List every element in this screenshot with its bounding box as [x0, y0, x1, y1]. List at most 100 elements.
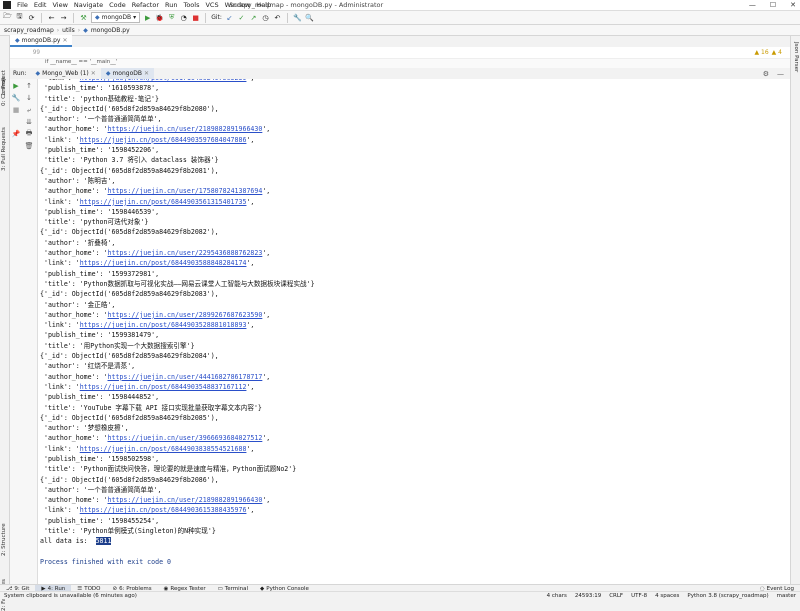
- console-link[interactable]: https://juejin.cn/user/2189882891966430: [108, 125, 263, 133]
- git-rollback-icon[interactable]: ↶: [273, 13, 282, 22]
- run-tab-mongodb[interactable]: ◆ mongoDB ✕: [100, 68, 155, 79]
- wrench-icon[interactable]: 🔧: [12, 94, 21, 102]
- main-toolbar: 🗁 🖫 ⟳ ← → ⚒ ◆ mongoDB ▾ ▶ 🐞 ⛨ ◔ ■ Git: ↙…: [0, 11, 800, 25]
- close-tab-icon[interactable]: ✕: [62, 37, 67, 44]
- menu-item-vcs[interactable]: VCS: [205, 1, 218, 9]
- minimize-icon[interactable]: —: [749, 1, 756, 9]
- scroll-down-icon[interactable]: ↓: [25, 94, 33, 102]
- menu-item-tools[interactable]: Tools: [183, 1, 199, 9]
- forward-icon[interactable]: →: [59, 13, 68, 22]
- console-text: ',: [262, 310, 271, 319]
- debug-icon[interactable]: 🐞: [155, 13, 164, 22]
- console-text: ',: [262, 496, 271, 505]
- console-line: 'title': '用Python实现一个大数据搜索引擎'}: [40, 341, 195, 350]
- run-console[interactable]: 'link': ' https://juejin.cn/post/69171648…: [38, 79, 790, 585]
- status-item-0[interactable]: 4 chars: [547, 593, 567, 599]
- pin-icon[interactable]: 📌: [12, 130, 21, 138]
- rerun-icon[interactable]: ▶: [12, 82, 20, 90]
- console-line: 'link': 'https://juejin.cn/post/68449035…: [40, 320, 315, 330]
- left-tool-4[interactable]: 2: Structure: [1, 523, 7, 556]
- menu-item-code[interactable]: Code: [109, 1, 126, 9]
- console-line: 'title': 'python可迭代对象'}: [40, 218, 149, 227]
- back-icon[interactable]: ←: [47, 13, 56, 22]
- status-item-2[interactable]: CRLF: [609, 593, 623, 599]
- open-folder-icon[interactable]: 🗁: [3, 12, 12, 22]
- status-item-1[interactable]: 24593:19: [575, 593, 601, 599]
- git-push-icon[interactable]: ↗: [249, 13, 258, 22]
- console-line: 'title': 'Python 3.7 将引入 dataclass 装饰器'}: [40, 156, 219, 165]
- console-link[interactable]: https://juejin.cn/post/68449038385545216…: [80, 445, 247, 453]
- right-tool-strip: Json Parser: [790, 36, 800, 585]
- breadcrumb-project[interactable]: scrapy_roadmap: [4, 27, 54, 34]
- menu-item-run[interactable]: Run: [165, 1, 177, 9]
- status-item-6[interactable]: master: [777, 593, 796, 599]
- console-link[interactable]: https://juejin.cn/user/2295436888762823: [108, 249, 263, 257]
- exit-message: Process finished with exit code 0: [40, 557, 172, 566]
- code-context-breadcrumb[interactable]: if __name__ == '__main__': [10, 58, 790, 68]
- run-icon[interactable]: ▶: [143, 13, 152, 22]
- coverage-icon[interactable]: ⛨: [167, 13, 176, 22]
- stop-icon[interactable]: ■: [12, 106, 20, 114]
- console-link[interactable]: https://juejin.cn/user/2189882891966430: [108, 496, 263, 504]
- total-value[interactable]: 5811: [95, 537, 112, 546]
- breadcrumb-folder[interactable]: utils: [62, 27, 75, 34]
- menu-item-refactor[interactable]: Refactor: [132, 1, 159, 9]
- breadcrumb-file[interactable]: mongoDB.py: [91, 27, 130, 34]
- console-link[interactable]: https://juejin.cn/post/68449035976840478…: [80, 136, 247, 144]
- run-tab-mongo-web[interactable]: ◆ Mongo_Web (1) ✕: [31, 68, 101, 79]
- build-icon[interactable]: ⚒: [79, 13, 88, 22]
- console-link[interactable]: https://juejin.cn/post/68449035613154017…: [80, 198, 247, 206]
- git-history-icon[interactable]: ◷: [261, 13, 270, 22]
- console-line: 'title': 'Python单例模式(Singleton)的N种实现'}: [40, 527, 216, 536]
- run-tab-label: mongoDB: [112, 70, 142, 77]
- menu-item-view[interactable]: View: [52, 1, 67, 9]
- stop-icon[interactable]: ■: [191, 13, 200, 22]
- clear-icon[interactable]: 🗑: [25, 142, 34, 150]
- right-tool-json-parser[interactable]: Json Parser: [793, 42, 799, 72]
- console-line: 'author_home': 'https://juejin.cn/user/3…: [40, 433, 315, 443]
- status-item-5[interactable]: Python 3.8 (scrapy_roadmap): [687, 593, 768, 599]
- menu-item-edit[interactable]: Edit: [34, 1, 47, 9]
- scroll-up-icon[interactable]: ↑: [25, 82, 33, 90]
- menu-item-navigate[interactable]: Navigate: [74, 1, 103, 9]
- console-link[interactable]: https://juejin.cn/user/1758078241387694: [108, 187, 263, 195]
- console-link[interactable]: https://juejin.cn/post/68449035288810188…: [80, 321, 247, 329]
- close-tab-icon[interactable]: ✕: [144, 70, 149, 77]
- console-link[interactable]: https://juejin.cn/user/3966693684027512: [108, 434, 263, 442]
- status-item-3[interactable]: UTF-8: [631, 593, 647, 599]
- git-update-icon[interactable]: ↙: [225, 13, 234, 22]
- console-link[interactable]: https://juejin.cn/post/68449035888482841…: [80, 259, 247, 267]
- left-tool-3[interactable]: 3: Pull Requests: [1, 127, 7, 171]
- run-config-selector[interactable]: ◆ mongoDB ▾: [91, 12, 141, 23]
- profile-icon[interactable]: ◔: [179, 13, 188, 22]
- editor-tab-mongodb[interactable]: ◆ mongoDB.py ✕: [10, 35, 73, 47]
- scroll-to-end-icon[interactable]: ⇊: [25, 118, 33, 126]
- status-item-4[interactable]: 4 spaces: [655, 593, 679, 599]
- console-link[interactable]: https://juejin.cn/user/2899267687623590: [108, 311, 263, 319]
- settings-gear-icon[interactable]: ⚙: [763, 70, 769, 78]
- console-link[interactable]: https://juejin.cn/post/68449035488371671…: [80, 383, 247, 391]
- maximize-icon[interactable]: ☐: [770, 1, 776, 9]
- print-icon[interactable]: 🖶: [25, 129, 33, 138]
- save-all-icon[interactable]: 🖫: [15, 12, 24, 22]
- search-icon[interactable]: 🔍: [305, 13, 314, 22]
- left-tool-2[interactable]: 0: Commit: [1, 77, 7, 106]
- console-text: 'link': ': [40, 382, 80, 391]
- console-line: 'author': '梦想橡皮擦',: [40, 424, 129, 433]
- git-commit-icon[interactable]: ✓: [237, 13, 246, 22]
- inspection-widget[interactable]: ▲ 16 ▲ 4: [755, 49, 783, 56]
- console-link[interactable]: https://juejin.cn/post/68449036153884359…: [80, 506, 247, 514]
- sync-icon[interactable]: ⟳: [27, 13, 36, 22]
- console-total-line: all data is: 5811: [40, 536, 315, 546]
- hide-icon[interactable]: —: [777, 70, 784, 78]
- settings-wrench-icon[interactable]: 🔧: [293, 13, 302, 22]
- close-tab-icon[interactable]: ✕: [91, 70, 96, 77]
- console-link[interactable]: https://juejin.cn/user/4441682786178717: [108, 373, 263, 381]
- soft-wrap-icon[interactable]: ⤶: [25, 106, 33, 114]
- menu-item-file[interactable]: File: [17, 1, 28, 9]
- console-line: 'link': 'https://juejin.cn/post/68449035…: [40, 197, 315, 207]
- close-icon[interactable]: ✕: [790, 1, 796, 9]
- console-line: {'_id': ObjectId('605d8f2d859a84629f8b20…: [40, 475, 219, 484]
- console-line: 'author_home': 'https://juejin.cn/user/1…: [40, 186, 315, 196]
- console-link[interactable]: https://juejin.cn/post/69171648024975032…: [80, 79, 247, 82]
